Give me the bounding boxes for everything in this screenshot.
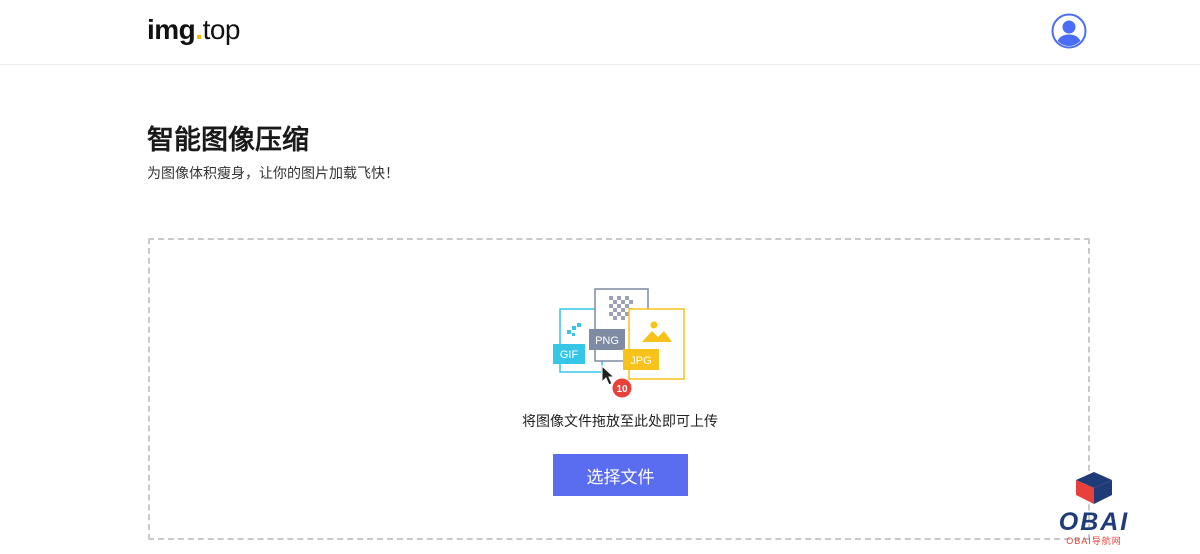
file-types-illustration: GIF PNG JPG 10 xyxy=(553,288,685,398)
png-label: PNG xyxy=(595,335,619,347)
jpg-label: JPG xyxy=(630,355,651,367)
watermark-brand: OBAI xyxy=(1059,508,1130,536)
logo[interactable]: img.top xyxy=(147,13,241,47)
select-file-button[interactable]: 选择文件 xyxy=(553,454,688,496)
gif-label: GIF xyxy=(560,349,579,361)
watermark-caption: OBAI导航网 xyxy=(1066,535,1122,546)
jpg-file-icon: JPG xyxy=(623,308,685,380)
file-count-text: 10 xyxy=(616,384,628,395)
logo-top-text: top xyxy=(202,14,241,45)
page-subtitle: 为图像体积瘦身，让你的图片加载飞快！ xyxy=(147,165,399,181)
user-avatar-icon[interactable] xyxy=(1051,13,1087,49)
cursor-arrow-icon xyxy=(601,364,616,386)
logo-img-text: img xyxy=(147,14,196,45)
top-header: img.top xyxy=(0,0,1200,65)
drop-instruction: 将图像文件拖放至此处即可上传 xyxy=(522,413,718,429)
obai-cube-icon xyxy=(1076,472,1112,504)
logo-dot: . xyxy=(195,14,203,45)
file-count-badge: 10 xyxy=(612,378,632,398)
page-title: 智能图像压缩 xyxy=(147,125,309,155)
obai-watermark: OBAI OBAI导航网 xyxy=(1059,472,1130,546)
